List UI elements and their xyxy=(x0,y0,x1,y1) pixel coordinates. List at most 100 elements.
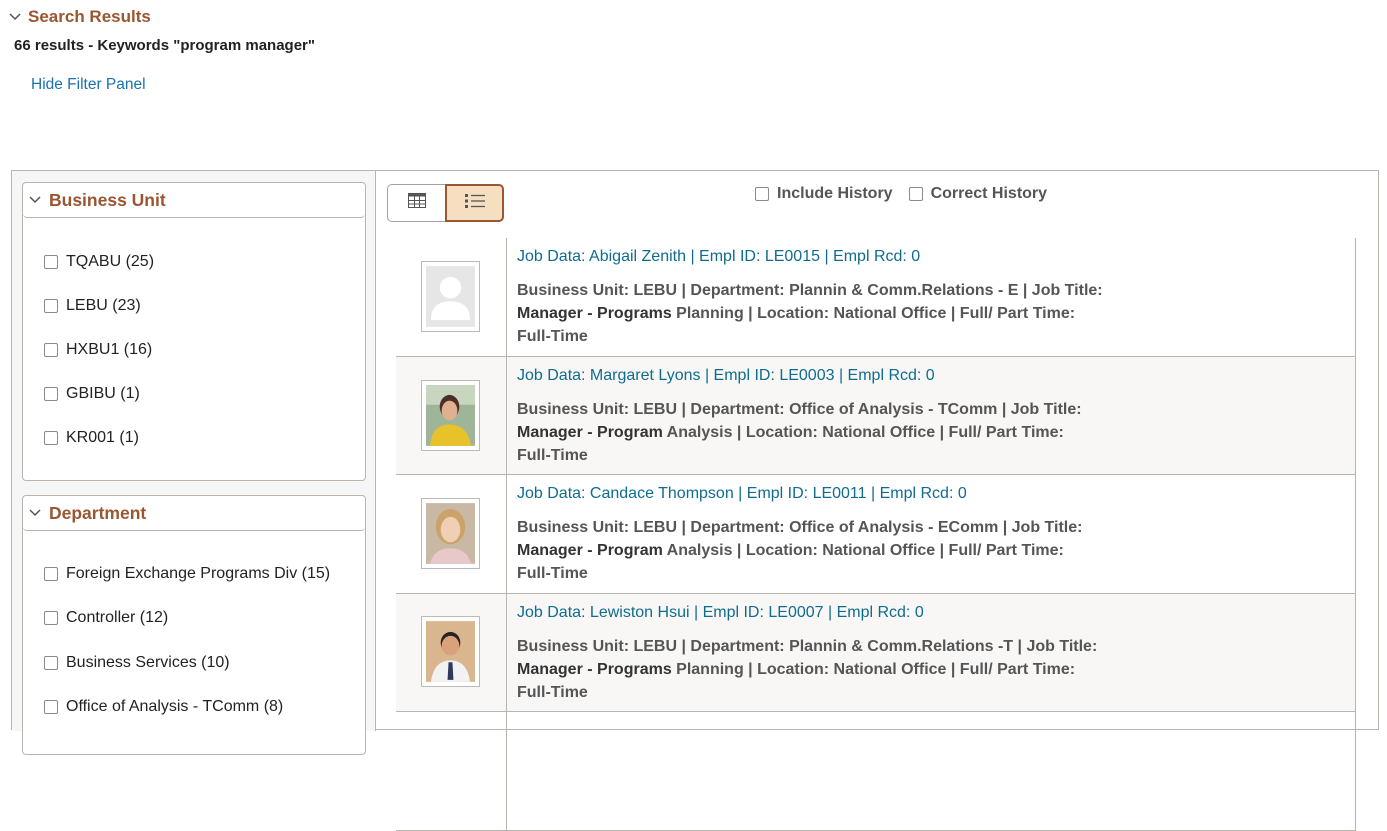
details-line: Business Unit: LEBU | Department: Planni… xyxy=(517,637,1098,655)
avatar xyxy=(421,615,480,687)
filter-option[interactable]: Controller (12) xyxy=(44,608,168,628)
filter-option[interactable]: HXBU1 (16) xyxy=(44,340,152,360)
result-details: Business Unit: LEBU | Department: Office… xyxy=(517,516,1137,585)
filter-header-department[interactable]: Department xyxy=(23,496,365,531)
avatar xyxy=(421,498,480,569)
details-text: Analysis | Location: National Office | F… xyxy=(662,423,1064,441)
filter-option[interactable]: KR001 (1) xyxy=(44,428,139,448)
result-details: Business Unit: LEBU | Department: Office… xyxy=(517,398,1137,467)
include-history-label: Include History xyxy=(777,185,893,202)
details-line: Full-Time xyxy=(517,328,588,345)
filter-option[interactable]: Office of Analysis - TComm (8) xyxy=(44,697,283,717)
correct-history-checkbox[interactable] xyxy=(908,187,923,201)
keyword-highlight: Manager - Programs xyxy=(517,660,672,678)
avatar xyxy=(421,261,480,332)
keyword-highlight: Manager - Program xyxy=(517,542,663,559)
checkbox[interactable] xyxy=(44,611,58,625)
filter-option-label: HXBU1 (16) xyxy=(66,341,153,358)
checkbox[interactable] xyxy=(44,343,58,357)
checkbox[interactable] xyxy=(44,567,58,581)
details-line: Manager - Program Analysis | Location: N… xyxy=(517,539,1137,562)
list-view-button[interactable] xyxy=(445,184,504,222)
details-line: Full-Time xyxy=(517,446,588,464)
filter-option-label: KR001 (1) xyxy=(66,429,139,446)
details-line: Manager - Program Analysis | Location: N… xyxy=(517,421,1137,444)
checkbox[interactable] xyxy=(44,255,58,269)
checkbox[interactable] xyxy=(44,656,58,670)
hide-filter-panel-link[interactable]: Hide Filter Panel xyxy=(31,76,146,94)
filter-title: Business Unit xyxy=(49,189,166,210)
filter-title: Department xyxy=(49,502,147,523)
filter-option-label: LEBU (23) xyxy=(66,297,141,314)
checkbox[interactable] xyxy=(44,700,58,714)
job-data-link[interactable]: Job Data: Abigail Zenith | Empl ID: LE00… xyxy=(517,248,920,266)
photo-cell xyxy=(396,475,507,593)
details-line: Full-Time xyxy=(517,683,588,701)
search-results-container: Business Unit TQABU (25) LEBU (23) HXBU1… xyxy=(11,170,1379,831)
include-history-option[interactable]: Include History xyxy=(755,185,893,203)
filter-department: Department Foreign Exchange Programs Div… xyxy=(22,495,366,755)
details-line: Business Unit: LEBU | Department: Planni… xyxy=(517,282,1103,299)
correct-history-option[interactable]: Correct History xyxy=(908,185,1048,203)
checkbox[interactable] xyxy=(44,299,58,313)
filter-option-label: TQABU (25) xyxy=(66,253,155,270)
list-icon xyxy=(464,193,485,214)
result-row[interactable]: Job Data: Lewiston Hsui | Empl ID: LE000… xyxy=(396,593,1355,712)
filter-option-label: Controller (12) xyxy=(66,609,169,626)
chevron-down-icon xyxy=(28,193,42,207)
grid-view-button[interactable] xyxy=(387,184,445,222)
employee-photo-icon xyxy=(426,503,475,564)
keyword-highlight: Manager - Program xyxy=(517,423,663,441)
result-row[interactable]: Job Data: Candace Thompson | Empl ID: LE… xyxy=(396,475,1355,594)
details-text: Analysis | Location: National Office | F… xyxy=(662,542,1064,559)
filter-business-unit: Business Unit TQABU (25) LEBU (23) HXBU1… xyxy=(22,182,366,481)
photo-cell xyxy=(396,238,507,356)
photo-cell xyxy=(396,712,507,830)
include-history-checkbox[interactable] xyxy=(755,187,769,201)
filter-option[interactable]: TQABU (25) xyxy=(44,252,154,272)
result-details: Business Unit: LEBU | Department: Planni… xyxy=(517,279,1137,348)
details-line: Business Unit: LEBU | Department: Office… xyxy=(517,400,1082,418)
search-results-collapse-toggle[interactable]: Search Results xyxy=(8,6,151,28)
photo-cell xyxy=(396,593,507,711)
result-row[interactable]: Job Data: Margaret Lyons | Empl ID: LE00… xyxy=(396,356,1355,475)
result-row[interactable]: Job Data: Abigail Zenith | Empl ID: LE00… xyxy=(396,238,1355,357)
filter-option-label: Office of Analysis - TComm (8) xyxy=(66,698,284,715)
details-line: Business Unit: LEBU | Department: Office… xyxy=(517,519,1083,536)
checkbox[interactable] xyxy=(44,387,58,401)
correct-history-label: Correct History xyxy=(930,185,1048,202)
section-title: Search Results xyxy=(28,7,151,26)
filter-panel: Business Unit TQABU (25) LEBU (23) HXBU1… xyxy=(12,171,376,755)
result-details: Business Unit: LEBU | Department: Planni… xyxy=(517,635,1137,704)
result-row[interactable] xyxy=(396,712,1355,831)
employee-photo-icon xyxy=(426,620,475,682)
details-line: Full-Time xyxy=(517,565,588,582)
job-data-link[interactable]: Job Data: Candace Thompson | Empl ID: LE… xyxy=(517,485,967,503)
filter-option[interactable]: Business Services (10) xyxy=(44,653,230,673)
filter-option[interactable]: Foreign Exchange Programs Div (15) xyxy=(44,564,330,584)
avatar xyxy=(421,379,480,451)
job-data-link[interactable]: Job Data: Margaret Lyons | Empl ID: LE00… xyxy=(517,367,935,385)
checkbox[interactable] xyxy=(44,431,58,445)
history-options: Include History Correct History xyxy=(755,184,1063,204)
filter-option-label: GBIBU (1) xyxy=(66,385,140,402)
keyword-highlight: Manager - Programs xyxy=(517,305,672,322)
job-data-link[interactable]: Job Data: Lewiston Hsui | Empl ID: LE000… xyxy=(517,604,924,622)
details-line: Manager - Programs Planning | Location: … xyxy=(517,302,1137,325)
filter-option[interactable]: LEBU (23) xyxy=(44,296,141,316)
details-line: Manager - Programs Planning | Location: … xyxy=(517,658,1137,681)
chevron-down-icon xyxy=(8,10,22,24)
filter-option[interactable]: GBIBU (1) xyxy=(44,384,140,404)
results-panel: Include History Correct History Job Data… xyxy=(377,171,1379,831)
details-text: Planning | Location: National Office | F… xyxy=(671,660,1076,678)
photo-cell xyxy=(396,356,507,474)
filter-option-label: Business Services (10) xyxy=(66,654,230,671)
employee-photo-icon xyxy=(426,384,475,446)
table-grid-icon xyxy=(407,193,426,213)
view-toggle xyxy=(387,184,504,222)
filter-option-label: Foreign Exchange Programs Div (15) xyxy=(66,565,331,582)
chevron-down-icon xyxy=(28,506,42,520)
details-text: Planning | Location: National Office | F… xyxy=(671,305,1076,322)
results-list: Job Data: Abigail Zenith | Empl ID: LE00… xyxy=(396,238,1356,831)
filter-header-business-unit[interactable]: Business Unit xyxy=(23,183,365,218)
